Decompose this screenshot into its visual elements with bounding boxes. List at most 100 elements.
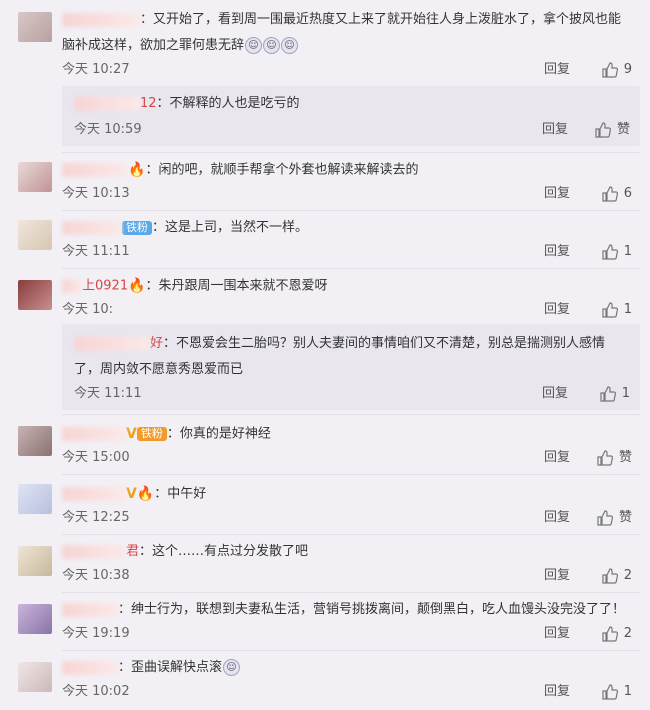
comment-meta: 今天 19:19 回复 2 [62, 624, 632, 644]
username-tail[interactable]: 12 [140, 96, 157, 111]
sticker-emoji-icon: ☺ [281, 37, 299, 54]
username-blurred[interactable] [62, 544, 126, 559]
timestamp: 今天 12:25 [62, 510, 130, 525]
comment-text: ：又开始了，看到周一围最近热度又上来了就开始往人身上泼脏水了，拿个披风也能 [140, 12, 622, 27]
comment-meta: 今天 10:13 回复 6 [62, 184, 632, 204]
avatar[interactable] [18, 220, 52, 250]
username-blurred[interactable] [62, 279, 82, 293]
like-button[interactable]: 1 [600, 384, 630, 404]
like-button[interactable]: 1 [602, 300, 632, 320]
comment-body: ：歪曲误解快点滚 ☺ [62, 656, 632, 680]
timestamp: 今天 15:00 [62, 450, 130, 465]
comment-meta: 今天 10:02 回复 1 [62, 682, 632, 702]
comment-text: ：中午好 [154, 486, 207, 502]
reply-button[interactable]: 回复 [544, 624, 570, 644]
thumb-up-icon [597, 510, 613, 526]
comment-6: V🔥：中午好 今天 12:25 回复 赞 [0, 476, 650, 532]
reply-button[interactable]: 回复 [542, 384, 568, 404]
reply-button[interactable]: 回复 [544, 60, 570, 80]
like-count: 1 [623, 302, 632, 317]
username-blurred[interactable] [62, 220, 122, 235]
username-blurred[interactable] [74, 96, 140, 111]
comment-1: ：又开始了，看到周一围最近热度又上来了就开始往人身上泼脏水了，拿个披风也能 脑补… [0, 0, 650, 84]
comment-text: ：闲的吧，就顺手帮拿个外套也解读来解读去的 [145, 162, 419, 178]
thumb-up-icon [602, 62, 618, 78]
reply-button[interactable]: 回复 [544, 682, 570, 702]
verified-v-icon: V [126, 426, 137, 442]
username-blurred[interactable] [74, 336, 150, 351]
avatar[interactable] [18, 546, 52, 576]
timestamp: 今天 10: [62, 302, 114, 317]
verified-v-icon: V [126, 486, 137, 502]
username-blurred[interactable] [62, 660, 118, 675]
thumb-up-icon [602, 244, 618, 260]
like-button[interactable]: 2 [602, 624, 632, 644]
thumb-up-icon [595, 122, 611, 138]
like-button[interactable]: 赞 [595, 120, 630, 140]
comment-body: 上0921🔥：朱丹跟周一围本来就不恩爱呀 [62, 274, 632, 299]
comment-text: ：这是上司，当然不一样。 [152, 220, 309, 235]
like-button[interactable]: 2 [602, 566, 632, 586]
reply-button[interactable]: 回复 [544, 566, 570, 586]
avatar[interactable] [18, 662, 52, 692]
like-label: 赞 [616, 122, 630, 137]
thumb-up-icon [597, 450, 613, 466]
fire-icon: 🔥 [128, 162, 146, 178]
timestamp: 今天 10:13 [62, 186, 130, 201]
fire-icon: 🔥 [136, 486, 155, 502]
username-blurred[interactable] [62, 163, 128, 177]
username-blurred[interactable] [62, 427, 126, 441]
timestamp: 今天 10:02 [62, 684, 130, 699]
username-tail[interactable]: 上0921 [82, 279, 128, 294]
thumb-up-icon [602, 684, 618, 700]
avatar[interactable] [18, 604, 52, 634]
username-blurred[interactable] [62, 487, 126, 501]
username-tail[interactable]: 君 [126, 544, 139, 559]
reply-text: 了，周内敛不愿意秀恩爱而已 [74, 362, 244, 377]
comment-4: 上0921🔥：朱丹跟周一围本来就不恩爱呀 今天 10: 回复 1 [0, 270, 650, 322]
comment-body: 君：这个……有点过分发散了吧 [62, 540, 632, 564]
comment-text: 脑补成这样，欲加之罪何患无辞 [62, 38, 245, 53]
thumb-up-icon [602, 626, 618, 642]
comment-text: ：你真的是好神经 [166, 426, 271, 442]
reply-button[interactable]: 回复 [542, 120, 568, 140]
username-tail[interactable]: 好 [150, 336, 163, 351]
reply-button[interactable]: 回复 [544, 508, 570, 528]
thumb-up-icon [600, 386, 616, 402]
reply-button[interactable]: 回复 [544, 448, 570, 468]
like-count: 1 [623, 244, 632, 259]
divider [62, 534, 640, 535]
comment-body-cont: 脑补成这样，欲加之罪何患无辞 ☺ ☺ ☺ [62, 34, 632, 58]
like-button[interactable]: 1 [602, 682, 632, 702]
avatar[interactable] [18, 280, 52, 310]
comment-meta: 今天 10: 回复 1 [62, 300, 632, 320]
timestamp: 今天 19:19 [62, 626, 130, 641]
like-button[interactable]: 赞 [597, 448, 632, 468]
reply-meta: 今天 10:59 回复 赞 [74, 120, 630, 140]
thumb-up-icon [602, 302, 618, 318]
comment-body: ：又开始了，看到周一围最近热度又上来了就开始往人身上泼脏水了，拿个披风也能 [62, 8, 632, 32]
reply-button[interactable]: 回复 [544, 184, 570, 204]
comment-text: ：这个……有点过分发散了吧 [139, 544, 309, 559]
avatar[interactable] [18, 162, 52, 192]
username-blurred[interactable] [62, 12, 140, 27]
like-button[interactable]: 1 [602, 242, 632, 262]
reply-meta: 今天 11:11 回复 1 [74, 384, 630, 404]
avatar[interactable] [18, 484, 52, 514]
avatar[interactable] [18, 12, 52, 42]
reply-text: ：不恩爱会生二胎吗？别人夫妻间的事情咱们又不清楚，别总是揣测别人感情 [163, 336, 606, 351]
like-button[interactable]: 9 [602, 60, 632, 80]
like-count: 2 [623, 626, 632, 641]
username-blurred[interactable] [62, 602, 118, 617]
avatar[interactable] [18, 426, 52, 456]
like-button[interactable]: 6 [602, 184, 632, 204]
timestamp: 今天 10:59 [74, 122, 142, 137]
reply-button[interactable]: 回复 [544, 242, 570, 262]
comment-9: ：歪曲误解快点滚 ☺ 今天 10:02 回复 1 [0, 652, 650, 710]
like-count: 9 [623, 62, 632, 77]
like-label: 赞 [618, 510, 632, 525]
like-button[interactable]: 赞 [597, 508, 632, 528]
divider [62, 592, 640, 593]
comment-body: ：绅士行为，联想到夫妻私生活，营销号挑拨离间，颠倒黑白，吃人血馒头没完没了了！ [62, 598, 632, 622]
reply-button[interactable]: 回复 [544, 300, 570, 320]
